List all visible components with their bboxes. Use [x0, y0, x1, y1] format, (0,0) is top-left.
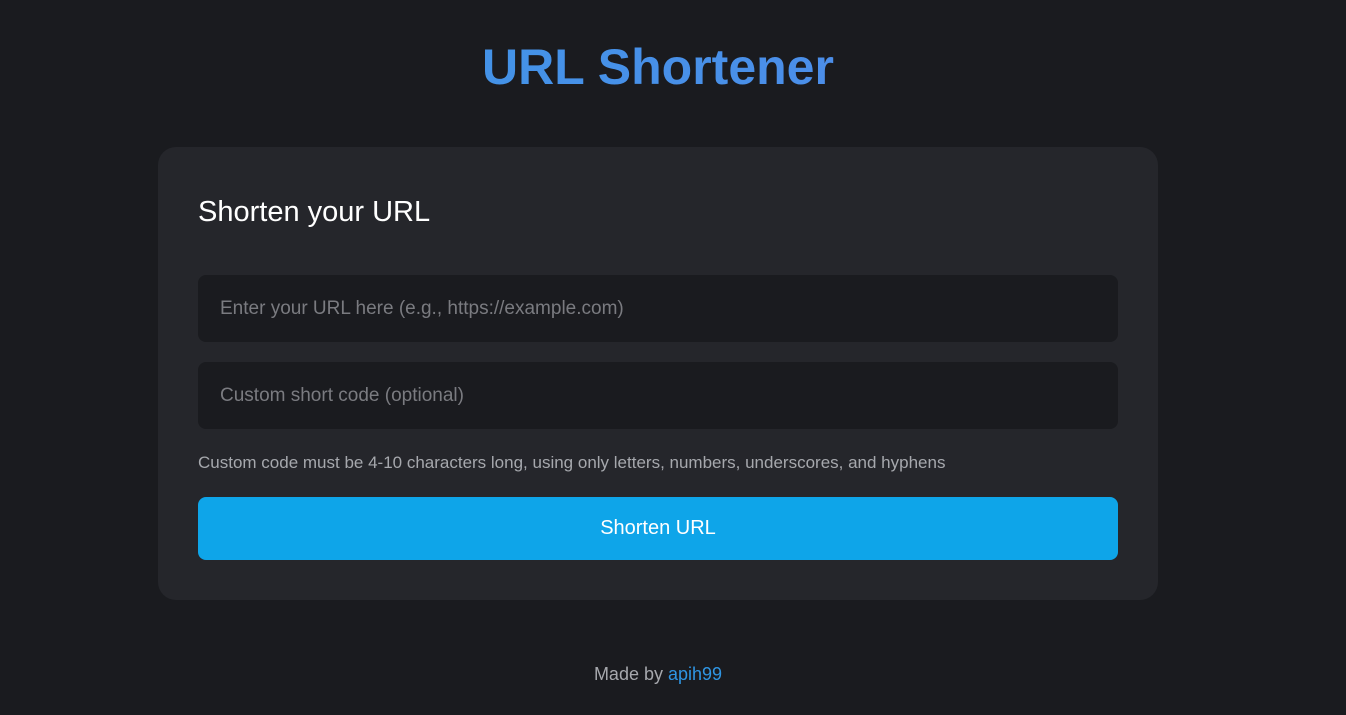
- custom-code-input[interactable]: [198, 362, 1118, 429]
- page: URL Shortener Shorten your URL Custom co…: [0, 0, 1346, 715]
- author-link[interactable]: apih99: [668, 664, 722, 684]
- footer: Made by apih99: [0, 662, 1316, 686]
- url-input[interactable]: [198, 275, 1118, 342]
- shorten-url-button[interactable]: Shorten URL: [198, 497, 1118, 560]
- card-title: Shorten your URL: [198, 196, 431, 228]
- custom-code-hint: Custom code must be 4-10 characters long…: [198, 453, 946, 472]
- footer-prefix: Made by: [593, 664, 668, 684]
- app-title: URL Shortener: [0, 36, 1316, 98]
